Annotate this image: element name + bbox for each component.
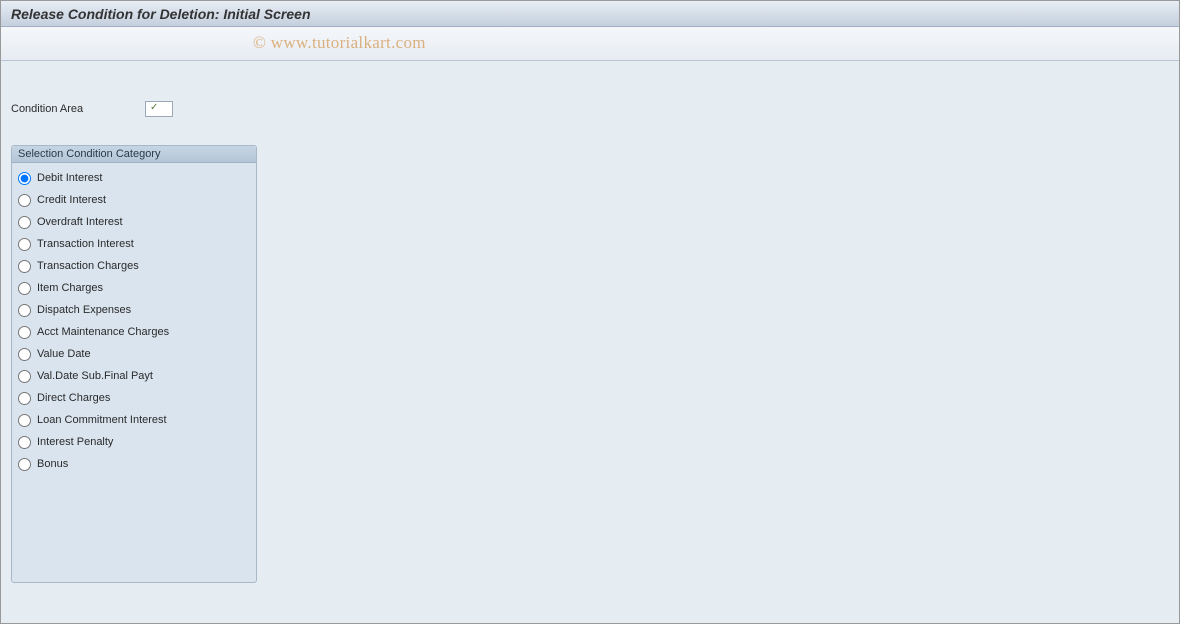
radio-input[interactable] [18,260,31,273]
radio-row[interactable]: Direct Charges [18,387,250,409]
radio-label: Bonus [37,458,68,470]
radio-label: Dispatch Expenses [37,304,131,316]
selection-condition-category-group: Selection Condition Category Debit Inter… [11,145,257,583]
radio-row[interactable]: Transaction Interest [18,233,250,255]
radio-input[interactable] [18,304,31,317]
radio-label: Debit Interest [37,172,102,184]
radio-label: Value Date [37,348,91,360]
condition-area-input[interactable] [145,101,173,117]
radio-label: Interest Penalty [37,436,113,448]
radio-input[interactable] [18,392,31,405]
radio-label: Direct Charges [37,392,110,404]
radio-label: Credit Interest [37,194,106,206]
radio-label: Transaction Charges [37,260,139,272]
radio-row[interactable]: Credit Interest [18,189,250,211]
radio-input[interactable] [18,326,31,339]
radio-input[interactable] [18,238,31,251]
condition-area-label: Condition Area [11,103,145,115]
radio-label: Item Charges [37,282,103,294]
radio-label: Overdraft Interest [37,216,123,228]
radio-row[interactable]: Loan Commitment Interest [18,409,250,431]
radio-row[interactable]: Debit Interest [18,167,250,189]
toolbar-area: © www.tutorialkart.com [1,27,1179,61]
condition-area-field-row: Condition Area ✓ [11,101,1169,117]
radio-input[interactable] [18,194,31,207]
radio-input[interactable] [18,348,31,361]
radio-row[interactable]: Item Charges [18,277,250,299]
radio-row[interactable]: Value Date [18,343,250,365]
title-bar: Release Condition for Deletion: Initial … [1,1,1179,27]
radio-row[interactable]: Dispatch Expenses [18,299,250,321]
radio-row[interactable]: Interest Penalty [18,431,250,453]
radio-input[interactable] [18,370,31,383]
radio-row[interactable]: Val.Date Sub.Final Payt [18,365,250,387]
radio-input[interactable] [18,414,31,427]
group-header: Selection Condition Category [12,146,256,163]
radio-label: Loan Commitment Interest [37,414,167,426]
radio-label: Transaction Interest [37,238,134,250]
radio-row[interactable]: Bonus [18,453,250,475]
content-area: Condition Area ✓ Selection Condition Cat… [1,61,1179,623]
radio-input[interactable] [18,216,31,229]
radio-input[interactable] [18,436,31,449]
condition-area-input-wrapper: ✓ [145,101,173,117]
radio-row[interactable]: Acct Maintenance Charges [18,321,250,343]
radio-list: Debit Interest Credit Interest Overdraft I… [12,163,256,479]
watermark-text: © www.tutorialkart.com [253,33,426,53]
radio-row[interactable]: Transaction Charges [18,255,250,277]
page-title: Release Condition for Deletion: Initial … [11,6,311,22]
radio-label: Val.Date Sub.Final Payt [37,370,153,382]
radio-input[interactable] [18,172,31,185]
radio-label: Acct Maintenance Charges [37,326,169,338]
radio-input[interactable] [18,282,31,295]
radio-row[interactable]: Overdraft Interest [18,211,250,233]
radio-input[interactable] [18,458,31,471]
